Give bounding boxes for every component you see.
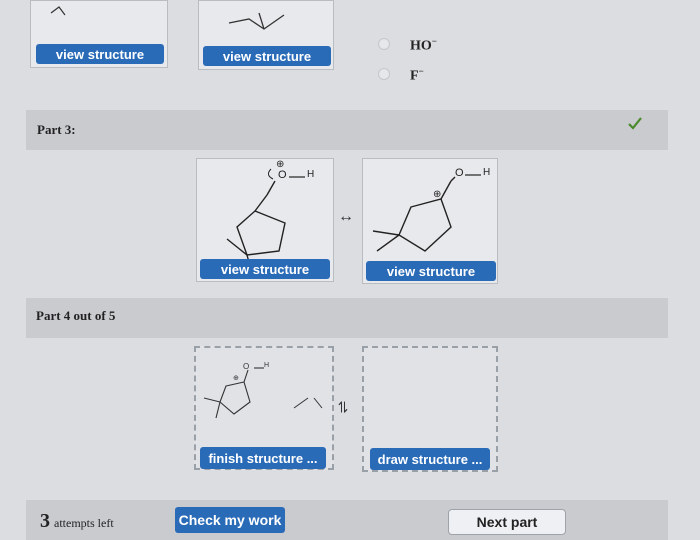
option-label-hydroxide: HO−	[410, 36, 437, 54]
partial-o-label: O	[243, 362, 250, 371]
structure-fragment-2	[228, 12, 285, 30]
option-radio-fluoride[interactable]	[378, 68, 390, 80]
positive-charge-icon: ⊕	[276, 159, 285, 170]
view-structure-button-3[interactable]: view structure	[200, 259, 330, 279]
part-4-label: Part 4 out of 5	[36, 308, 116, 323]
equilibrium-arrows-icon: ⇌	[334, 400, 352, 414]
part-4-header	[26, 298, 668, 338]
footer-bar	[26, 500, 668, 540]
check-mark-icon	[628, 117, 642, 130]
part-3-label: Part 3:	[37, 122, 76, 137]
part-3-header	[26, 110, 668, 150]
cation-charge-icon: ⊕	[433, 189, 442, 200]
oxonium-o-label: O	[278, 169, 287, 181]
attempts-count: 3	[40, 510, 50, 532]
attempts-left: 3 attempts left	[40, 510, 114, 533]
view-structure-button-2[interactable]: view structure	[203, 46, 331, 66]
resonance-arrow: ↔	[338, 208, 354, 225]
partial-h-label: H	[264, 362, 270, 369]
option-radio-hydroxide[interactable]	[378, 38, 390, 50]
view-structure-button-1[interactable]: view structure	[36, 44, 164, 64]
structure-fragment-1	[50, 6, 66, 16]
hydroxyl-o-label: O	[455, 167, 464, 179]
partial-charge-icon: ⊕	[233, 375, 239, 382]
option-label-fluoride: F−	[410, 66, 424, 84]
hydroxyl-h-label: H	[483, 167, 491, 178]
oxonium-h-label: H	[307, 169, 315, 180]
view-structure-button-4[interactable]: view structure	[366, 261, 496, 281]
check-my-work-button[interactable]: Check my work	[175, 507, 285, 533]
draw-structure-button[interactable]: draw structure ...	[370, 448, 490, 470]
finish-structure-button[interactable]: finish structure ...	[200, 447, 326, 469]
next-part-button[interactable]: Next part	[448, 509, 566, 535]
attempts-text: attempts left	[54, 516, 114, 530]
